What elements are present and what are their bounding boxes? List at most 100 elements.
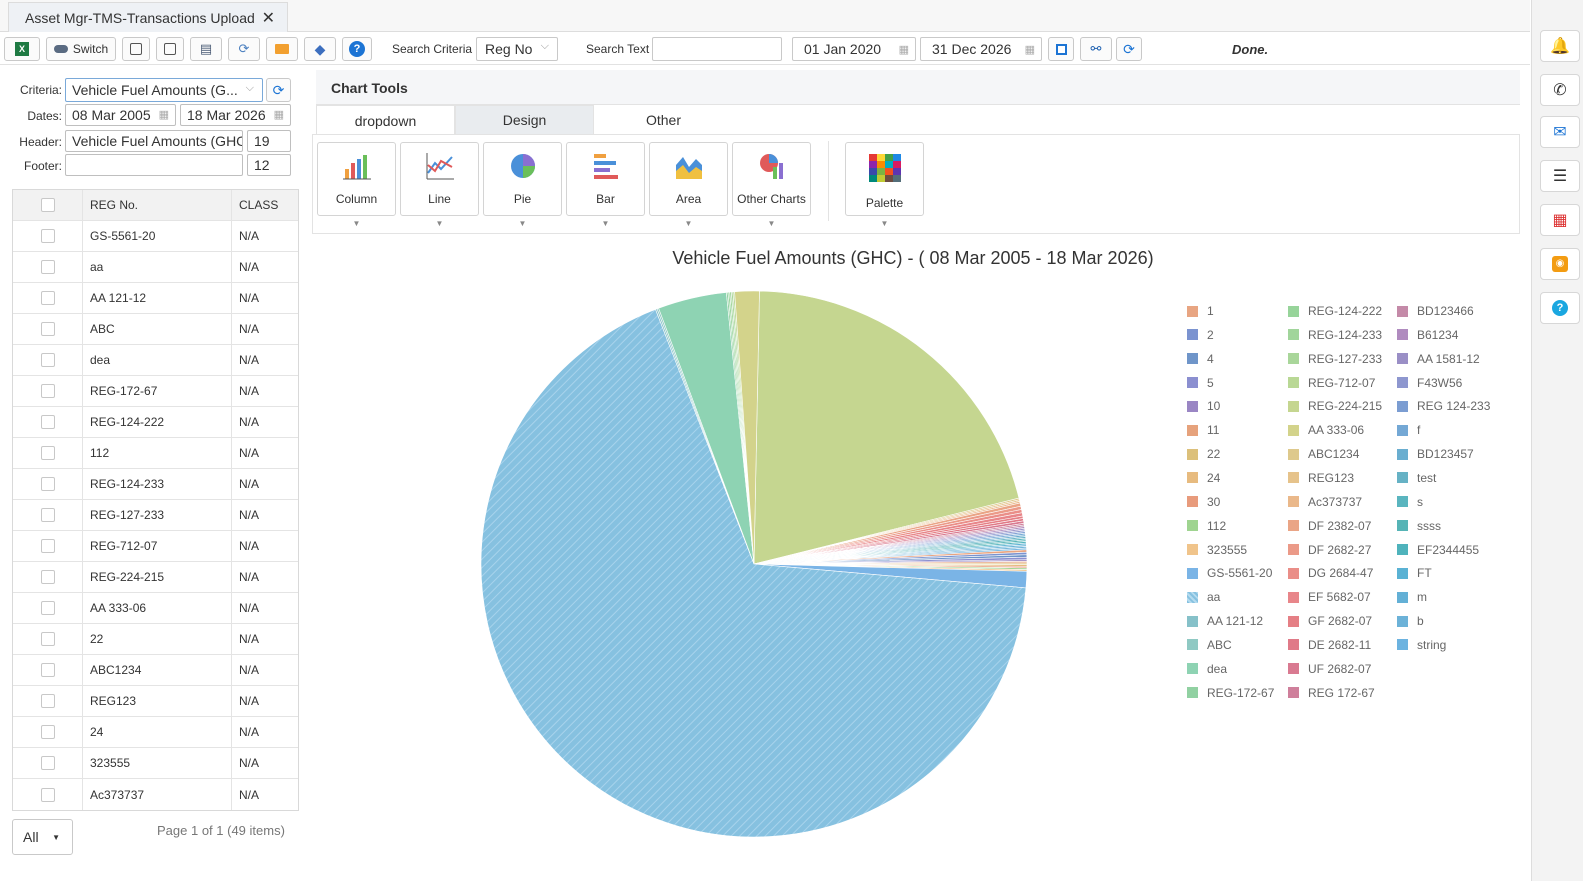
rss-button[interactable]: ◉: [1540, 248, 1580, 280]
row-checkbox[interactable]: [40, 260, 55, 274]
row-checkbox[interactable]: [40, 384, 55, 398]
legend-item[interactable]: 2: [1187, 328, 1214, 342]
notifications-button[interactable]: 🔔: [1540, 30, 1580, 62]
column-chart-button[interactable]: Column ▼: [317, 142, 396, 228]
legend-item[interactable]: 323555: [1187, 543, 1247, 557]
row-checkbox[interactable]: [40, 756, 55, 770]
table-row[interactable]: dea N/A: [13, 345, 298, 376]
legend-item[interactable]: F43W56: [1397, 376, 1462, 390]
criteria-refresh-button[interactable]: ⟳: [266, 78, 291, 102]
legend-item[interactable]: DF 2682-27: [1288, 543, 1371, 557]
caret-down-icon[interactable]: ▼: [650, 219, 727, 228]
table-row[interactable]: aa N/A: [13, 252, 298, 283]
legend-item[interactable]: 112: [1187, 519, 1226, 533]
legend-item[interactable]: AA 1581-12: [1397, 352, 1480, 366]
phone-button[interactable]: ✆: [1540, 74, 1580, 106]
palette-button[interactable]: Palette ▼: [845, 142, 924, 228]
export-excel-button[interactable]: X: [4, 37, 40, 61]
table-row[interactable]: REG-127-233 N/A: [13, 500, 298, 531]
legend-item[interactable]: UF 2682-07: [1288, 662, 1371, 676]
legend-item[interactable]: GS-5561-20: [1187, 566, 1272, 580]
caret-down-icon[interactable]: ▼: [484, 219, 561, 228]
table-row[interactable]: REG-224-215 N/A: [13, 562, 298, 593]
calendar-icon[interactable]: ▦: [1025, 43, 1035, 56]
table-row[interactable]: GS-5561-20 N/A: [13, 221, 298, 252]
switch-button[interactable]: Switch: [46, 37, 116, 61]
checkbox-button-1[interactable]: [122, 37, 150, 61]
legend-item[interactable]: BD123466: [1397, 304, 1474, 318]
calendar-icon[interactable]: ▦: [899, 43, 909, 56]
legend-item[interactable]: REG 124-233: [1397, 399, 1490, 413]
table-row[interactable]: REG123 N/A: [13, 686, 298, 717]
sync-button[interactable]: ⟳: [228, 37, 260, 61]
bar-chart-button[interactable]: Bar ▼: [566, 142, 645, 228]
row-checkbox[interactable]: [40, 229, 55, 243]
tab-dropdown[interactable]: dropdown: [316, 105, 455, 135]
find-button[interactable]: ⚯: [1080, 37, 1112, 61]
column-header-class[interactable]: CLASS: [232, 190, 298, 220]
row-checkbox[interactable]: [40, 663, 55, 677]
legend-item[interactable]: 22: [1187, 447, 1220, 461]
search-text-input[interactable]: [652, 37, 782, 61]
legend-item[interactable]: GF 2682-07: [1288, 614, 1372, 628]
row-checkbox[interactable]: [40, 694, 55, 708]
legend-item[interactable]: B61234: [1397, 328, 1458, 342]
select-all-checkbox[interactable]: [40, 198, 55, 212]
page-size-select[interactable]: All ▼: [12, 819, 73, 855]
row-checkbox[interactable]: [40, 477, 55, 491]
legend-item[interactable]: string: [1397, 638, 1446, 652]
table-row[interactable]: REG-712-07 N/A: [13, 531, 298, 562]
calendar-button[interactable]: ▦: [1540, 204, 1580, 236]
legend-item[interactable]: REG-124-222: [1288, 304, 1382, 318]
footer-size-input[interactable]: 12: [247, 154, 291, 176]
help-button[interactable]: ?: [342, 37, 372, 61]
legend-item[interactable]: BD123457: [1397, 447, 1474, 461]
legend-item[interactable]: ssss: [1397, 519, 1441, 533]
tab-design[interactable]: Design: [455, 105, 594, 135]
caret-down-icon[interactable]: ▼: [567, 219, 644, 228]
refresh-button[interactable]: ⟳: [1116, 37, 1142, 61]
legend-item[interactable]: 4: [1187, 352, 1214, 366]
table-row[interactable]: Ac373737 N/A: [13, 779, 298, 810]
row-checkbox[interactable]: [40, 601, 55, 615]
caret-down-icon[interactable]: ▼: [733, 219, 810, 228]
folder-button[interactable]: [266, 37, 298, 61]
legend-item[interactable]: 1: [1187, 304, 1214, 318]
calendar-icon[interactable]: ▦: [274, 108, 284, 121]
legend-item[interactable]: test: [1397, 471, 1436, 485]
criteria-select[interactable]: Vehicle Fuel Amounts (G... ⌵: [65, 78, 263, 102]
table-row[interactable]: REG-124-233 N/A: [13, 469, 298, 500]
date-from-input[interactable]: 01 Jan 2020 ▦: [792, 37, 916, 61]
legend-item[interactable]: AA 121-12: [1187, 614, 1263, 628]
legend-item[interactable]: DF 2382-07: [1288, 519, 1371, 533]
row-checkbox[interactable]: [40, 508, 55, 522]
legend-item[interactable]: s: [1397, 495, 1423, 509]
table-row[interactable]: 323555 N/A: [13, 748, 298, 779]
legend-item[interactable]: EF2344455: [1397, 543, 1479, 557]
legend-item[interactable]: REG 172-67: [1288, 686, 1375, 700]
table-row[interactable]: REG-172-67 N/A: [13, 376, 298, 407]
legend-item[interactable]: REG-127-233: [1288, 352, 1382, 366]
table-row[interactable]: 112 N/A: [13, 438, 298, 469]
help-side-button[interactable]: ?: [1540, 292, 1580, 324]
legend-item[interactable]: 24: [1187, 471, 1220, 485]
row-checkbox[interactable]: [40, 446, 55, 460]
caret-down-icon[interactable]: ▼: [846, 219, 923, 228]
tab-other[interactable]: Other: [594, 105, 733, 135]
legend-item[interactable]: REG-124-233: [1288, 328, 1382, 342]
close-tab-icon[interactable]: ✕: [262, 8, 275, 28]
report-button[interactable]: ▤: [190, 37, 222, 61]
legend-item[interactable]: FT: [1397, 566, 1432, 580]
footer-text-input[interactable]: [65, 154, 243, 176]
header-size-input[interactable]: 19: [247, 130, 291, 152]
table-row[interactable]: ABC1234 N/A: [13, 655, 298, 686]
legend-item[interactable]: REG-172-67: [1187, 686, 1274, 700]
legend-item[interactable]: DG 2684-47: [1288, 566, 1373, 580]
filter-date-from-input[interactable]: 08 Mar 2005 ▦: [65, 104, 176, 126]
legend-item[interactable]: ABC: [1187, 638, 1232, 652]
caret-down-icon[interactable]: ▼: [318, 219, 395, 228]
checkbox-button-2[interactable]: [156, 37, 184, 61]
row-checkbox[interactable]: [40, 539, 55, 553]
legend-item[interactable]: 11: [1187, 423, 1219, 437]
legend-item[interactable]: REG-224-215: [1288, 399, 1382, 413]
